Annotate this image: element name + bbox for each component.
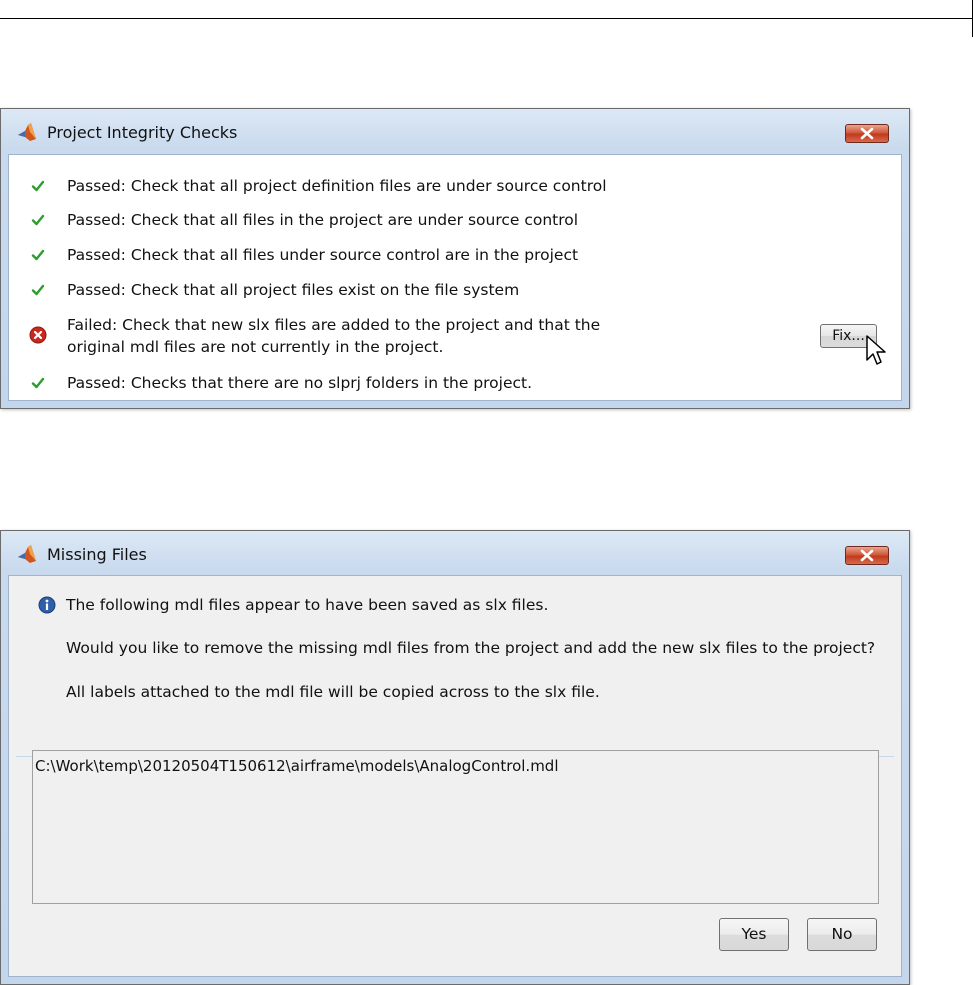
- question-message: Would you like to remove the missing mdl…: [66, 639, 876, 657]
- titlebar: Missing Files: [1, 531, 909, 575]
- close-icon: [860, 549, 874, 562]
- yes-button[interactable]: Yes: [719, 918, 789, 951]
- window-title: Missing Files: [47, 545, 147, 564]
- labels-message: All labels attached to the mdl file will…: [66, 683, 600, 701]
- matlab-logo-icon: [18, 123, 36, 141]
- titlebar: Project Integrity Checks: [1, 109, 909, 153]
- window-title: Project Integrity Checks: [47, 123, 238, 142]
- check-icon: [31, 284, 45, 296]
- no-button[interactable]: No: [807, 918, 877, 951]
- matlab-logo-icon: [18, 545, 36, 563]
- info-icon: [38, 596, 56, 614]
- check-icon: [31, 377, 45, 389]
- error-icon: [29, 326, 47, 344]
- check-text: Passed: Check that all files under sourc…: [67, 246, 579, 264]
- check-text: Failed: Check that new slx files are add…: [67, 316, 601, 334]
- mouse-pointer-icon: [866, 335, 886, 365]
- check-icon: [31, 214, 45, 226]
- check-text: Passed: Check that all project definitio…: [67, 177, 607, 195]
- page-header-rule: [0, 0, 973, 19]
- list-item[interactable]: C:\Work\temp\20120504T150612\airframe\mo…: [35, 757, 559, 775]
- close-icon: [860, 127, 874, 140]
- check-icon: [31, 180, 45, 192]
- close-button[interactable]: [845, 546, 889, 565]
- close-button[interactable]: [845, 124, 889, 143]
- missing-files-list[interactable]: C:\Work\temp\20120504T150612\airframe\mo…: [32, 750, 879, 904]
- info-message: The following mdl files appear to have b…: [66, 596, 549, 614]
- check-text: Passed: Check that all files in the proj…: [67, 211, 579, 229]
- check-text-continued: original mdl files are not currently in …: [67, 338, 444, 356]
- check-text: Passed: Checks that there are no slprj f…: [67, 374, 533, 392]
- check-text: Passed: Check that all project files exi…: [67, 281, 520, 299]
- check-icon: [31, 249, 45, 261]
